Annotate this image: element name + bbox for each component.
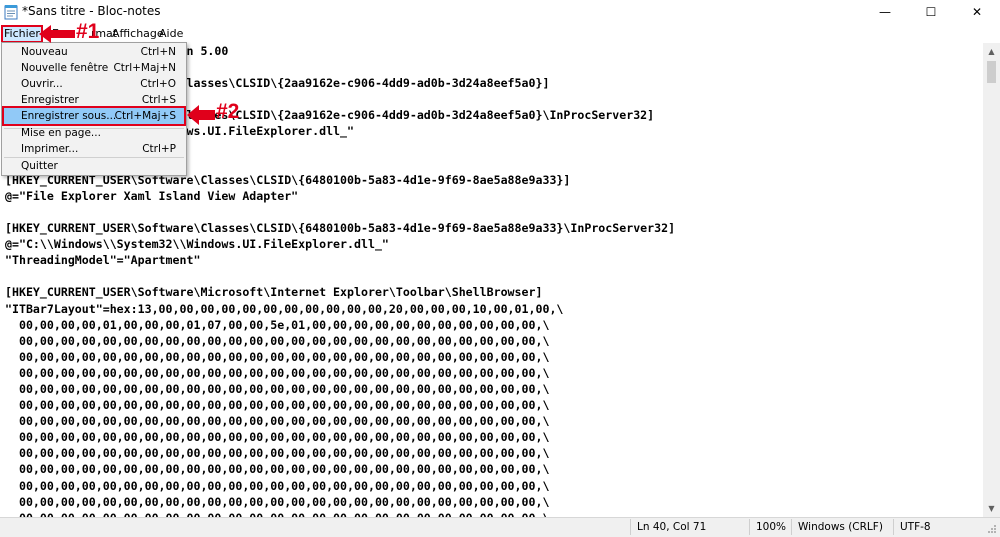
notepad-icon: [4, 5, 18, 20]
minimize-icon: —: [879, 5, 891, 19]
menu-item-enregistrer-sous[interactable]: Enregistrer sous... Ctrl+Maj+S: [2, 106, 186, 126]
menu-item-nouvelle-fenetre[interactable]: Nouvelle fenêtre Ctrl+Maj+N: [2, 60, 186, 77]
close-button[interactable]: ✕: [954, 0, 1000, 24]
status-divider: [893, 519, 894, 535]
status-bar: Ln 40, Col 71 100% Windows (CRLF) UTF-8: [0, 517, 1000, 537]
close-icon: ✕: [971, 5, 983, 19]
status-divider: [630, 519, 631, 535]
maximize-icon: ☐: [925, 5, 937, 19]
status-divider: [791, 519, 792, 535]
annotation-label-1: #1: [76, 20, 100, 43]
annotation-arrow-1-icon: [39, 25, 75, 43]
menu-item-quitter[interactable]: Quitter: [2, 158, 186, 175]
file-menu-dropdown: Nouveau Ctrl+N Nouvelle fenêtre Ctrl+Maj…: [1, 42, 187, 176]
status-divider: [749, 519, 750, 535]
line-endings: Windows (CRLF): [798, 521, 883, 533]
menu-aide[interactable]: Aide: [157, 26, 185, 42]
menu-item-mise-en-page[interactable]: Mise en page...: [2, 125, 186, 142]
maximize-button[interactable]: ☐: [908, 0, 954, 24]
menu-item-ouvrir[interactable]: Ouvrir... Ctrl+O: [2, 76, 186, 93]
menu-item-imprimer[interactable]: Imprimer... Ctrl+P: [2, 141, 186, 158]
scrollbar-thumb[interactable]: [987, 61, 996, 83]
scroll-up-arrow-icon[interactable]: ▲: [983, 43, 1000, 60]
annotation-label-2: #2: [216, 100, 240, 123]
scroll-down-arrow-icon[interactable]: ▼: [983, 500, 1000, 517]
encoding: UTF-8: [900, 521, 931, 533]
window-title: *Sans titre - Bloc-notes: [22, 4, 161, 18]
resize-grip-icon[interactable]: [986, 523, 997, 534]
menu-bar: Fichier E rmat Affichage Aide: [0, 24, 1000, 43]
vertical-scrollbar[interactable]: ▲ ▼: [983, 43, 1000, 517]
annotation-arrow-2-icon: [187, 105, 215, 125]
title-bar[interactable]: *Sans titre - Bloc-notes — ☐ ✕: [0, 0, 1000, 24]
minimize-button[interactable]: —: [862, 0, 908, 24]
zoom-level: 100%: [756, 521, 787, 533]
cursor-position: Ln 40, Col 71: [637, 521, 707, 533]
menu-item-nouveau[interactable]: Nouveau Ctrl+N: [2, 44, 186, 61]
